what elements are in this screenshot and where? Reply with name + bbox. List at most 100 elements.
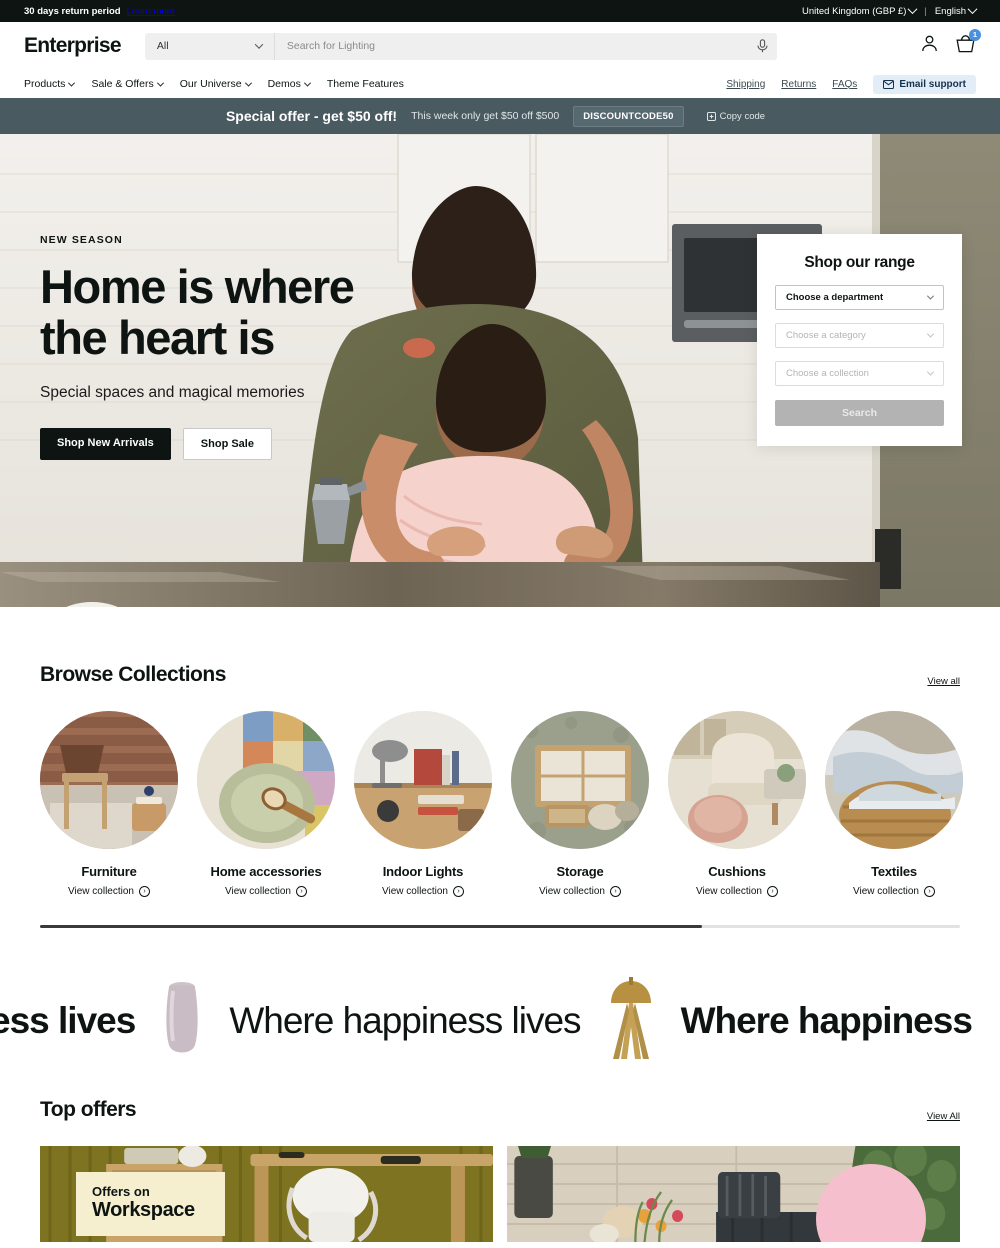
marquee-text-1: ess lives xyxy=(0,1000,136,1041)
collection-link-label: View collection xyxy=(68,886,134,897)
site-header: Enterprise All Search for Lighting 1 xyxy=(0,22,1000,70)
shop-range-title: Shop our range xyxy=(804,254,915,271)
arrow-right-icon: › xyxy=(923,886,935,897)
hero-eyebrow: NEW SEASON xyxy=(40,234,123,246)
country-selector[interactable]: United Kingdom (GBP £) xyxy=(802,3,918,17)
chevron-down-icon xyxy=(926,368,935,376)
arrow-right-icon: › xyxy=(295,886,307,897)
nav-item-our-universe[interactable]: Our Universe xyxy=(180,78,252,90)
hero-heading-line2: the heart is xyxy=(40,310,275,364)
nav-primary-links: Products Sale & Offers Our Universe Demo… xyxy=(24,78,404,90)
collection-card-home-accessories[interactable]: Home accessories View collection › xyxy=(197,711,335,897)
collection-card-textiles[interactable]: Textiles View collection › xyxy=(825,711,963,897)
collection-name: Home accessories xyxy=(210,864,322,879)
chevron-down-icon xyxy=(303,79,311,87)
top-offers-view-all-link[interactable]: View All xyxy=(927,1111,960,1122)
topbar-separator: | xyxy=(924,5,927,17)
search-scope-select[interactable]: All xyxy=(145,32,275,60)
hero-section: NEW SEASON Home is where the heart is Sp… xyxy=(0,134,1000,607)
chevron-down-icon xyxy=(907,3,918,14)
collection-image-indoor-lights xyxy=(354,711,492,849)
main-navigation: Products Sale & Offers Our Universe Demo… xyxy=(0,70,1000,98)
browse-title: Browse Collections xyxy=(40,663,226,686)
shop-new-arrivals-button[interactable]: Shop New Arrivals xyxy=(40,427,171,460)
nav-link-faqs[interactable]: FAQs xyxy=(832,79,857,90)
hero-subheading: Special spaces and magical memories xyxy=(40,383,305,401)
brand-logo[interactable]: Enterprise xyxy=(24,34,122,58)
browse-view-all-link[interactable]: View all xyxy=(927,676,960,687)
collection-image-home-accessories xyxy=(197,711,335,849)
collections-carousel[interactable]: Furniture View collection › Home accesso… xyxy=(40,711,963,897)
nav-item-sale-offers[interactable]: Sale & Offers xyxy=(91,78,164,90)
collection-view-link[interactable]: View collection › xyxy=(668,886,806,897)
top-offers-section: Top offers View All Offers on Workspace xyxy=(0,1098,1000,1242)
collection-view-link[interactable]: View collection › xyxy=(354,886,492,897)
nav-item-theme-features[interactable]: Theme Features xyxy=(327,78,404,90)
arrow-right-icon: › xyxy=(452,886,464,897)
offer-label-top: Offers on xyxy=(92,1184,150,1199)
collection-view-link[interactable]: View collection › xyxy=(40,886,178,897)
collection-select[interactable]: Choose a collection xyxy=(775,361,944,386)
hero-heading-line1: Home is where xyxy=(40,260,355,313)
nav-secondary-links: Shipping Returns FAQs Email support xyxy=(726,74,976,94)
shop-sale-button[interactable]: Shop Sale xyxy=(182,427,272,460)
nav-item-products[interactable]: Products xyxy=(24,78,76,90)
top-offers-title: Top offers xyxy=(40,1098,137,1121)
department-select-label: Choose a department xyxy=(786,292,884,303)
collections-scrollbar-thumb[interactable] xyxy=(40,925,703,928)
collections-scrollbar[interactable] xyxy=(40,925,960,928)
microphone-icon[interactable] xyxy=(749,39,777,53)
hero-buttons: Shop New Arrivals Shop Sale xyxy=(40,427,354,460)
top-offers-list: Offers on Workspace xyxy=(40,1146,960,1242)
email-support-button[interactable]: Email support xyxy=(873,74,976,94)
nav-item-demos[interactable]: Demos xyxy=(268,78,311,90)
range-search-button[interactable]: Search xyxy=(775,400,944,426)
promo-subtitle: This week only get $50 off $500 xyxy=(411,110,560,122)
browse-header: Browse Collections View all xyxy=(40,663,960,687)
email-support-label: Email support xyxy=(899,78,966,90)
nav-link-shipping[interactable]: Shipping xyxy=(726,79,765,90)
top-offers-header: Top offers View All xyxy=(40,1098,960,1122)
category-select[interactable]: Choose a category xyxy=(775,323,944,348)
chevron-down-icon xyxy=(926,330,935,338)
offer-card-workspace[interactable]: Offers on Workspace xyxy=(40,1146,493,1242)
search-scope-label: All xyxy=(156,40,169,52)
collection-select-label: Choose a collection xyxy=(786,368,869,379)
topbar-right: United Kingdom (GBP £) | English xyxy=(802,3,978,17)
language-selector[interactable]: English xyxy=(935,3,978,17)
promo-code[interactable]: DISCOUNTCODE50 xyxy=(573,105,684,127)
learn-more-link[interactable]: Learn more xyxy=(127,6,176,17)
copy-code-button[interactable]: Copy code xyxy=(698,106,774,127)
arrow-right-icon: › xyxy=(138,886,150,897)
promo-banner: Special offer - get $50 off! This week o… xyxy=(0,98,1000,134)
collection-link-label: View collection xyxy=(696,886,762,897)
cart-icon[interactable]: 1 xyxy=(955,28,981,59)
collection-name: Indoor Lights xyxy=(382,864,464,879)
collection-view-link[interactable]: View collection › xyxy=(511,886,649,897)
collection-view-link[interactable]: View collection › xyxy=(197,886,335,897)
offer-card-outdoor[interactable]: Let's go xyxy=(507,1146,960,1242)
hero-content: NEW SEASON Home is where the heart is Sp… xyxy=(40,234,355,460)
collection-card-cushions[interactable]: Cushions View collection › xyxy=(668,711,806,897)
collection-image-cushions xyxy=(668,711,806,849)
nav-link-returns[interactable]: Returns xyxy=(781,79,816,90)
collection-card-furniture[interactable]: Furniture View collection › xyxy=(40,711,178,897)
collection-view-link[interactable]: View collection › xyxy=(825,886,963,897)
collection-card-storage[interactable]: Storage View collection › xyxy=(511,711,649,897)
offer-label-main: Workspace xyxy=(92,1199,195,1221)
arrow-right-icon: › xyxy=(766,886,778,897)
search-input[interactable] xyxy=(274,32,749,60)
return-policy-text: 30 days return period xyxy=(24,5,121,17)
collection-image-furniture xyxy=(40,711,178,849)
envelope-icon xyxy=(883,79,895,89)
department-select[interactable]: Choose a department xyxy=(775,285,944,310)
collection-link-label: View collection xyxy=(539,886,605,897)
collection-card-indoor-lights[interactable]: Indoor Lights View collection › xyxy=(354,711,492,897)
chevron-down-icon xyxy=(926,292,935,300)
shop-our-range-card: Shop our range Choose a department Choos… xyxy=(757,234,962,446)
account-icon[interactable] xyxy=(920,34,939,58)
offer-cta-label: Let's go xyxy=(844,1240,897,1242)
copy-code-label: Copy code xyxy=(719,110,766,122)
marquee-text-2: Where happiness lives xyxy=(229,1000,581,1041)
chevron-down-icon xyxy=(254,40,264,49)
